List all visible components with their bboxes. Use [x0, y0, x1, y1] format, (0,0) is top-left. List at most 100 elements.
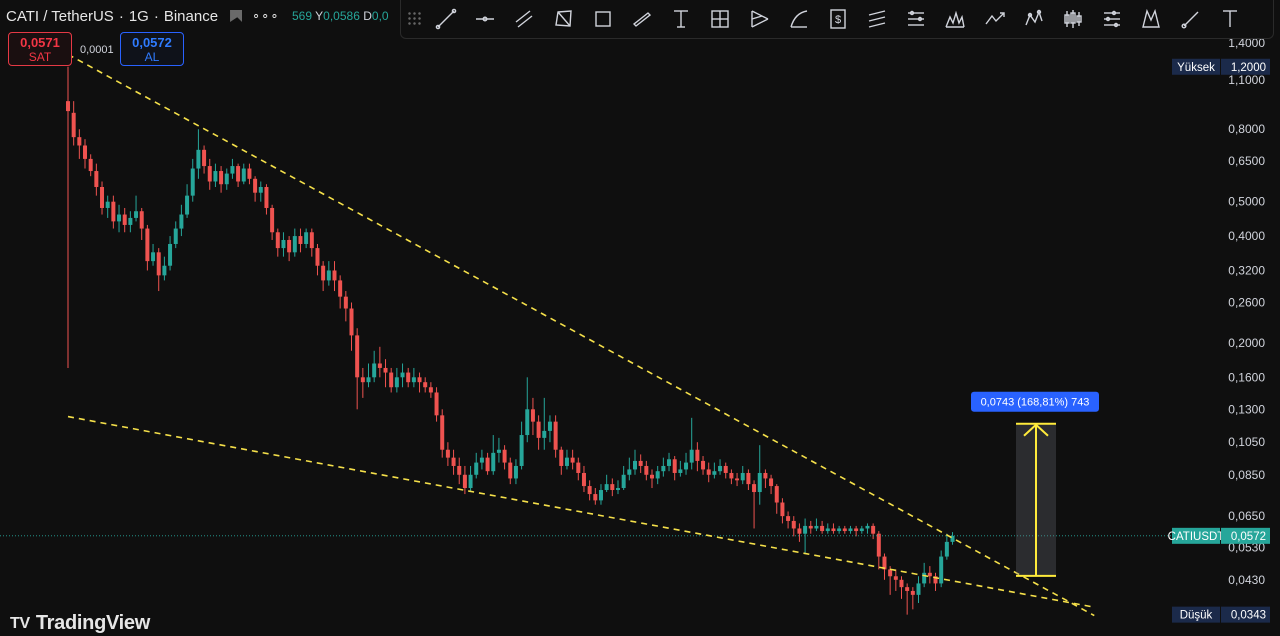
trendline-tool-button[interactable] [431, 4, 461, 34]
candle-body [117, 214, 122, 222]
candle-body [661, 465, 666, 472]
candle-body [122, 214, 127, 225]
candle-body [423, 382, 428, 388]
candle-body [77, 137, 82, 146]
symbol-header[interactable]: CATI / TetherUS · 1G · Binance ∘∘∘ [0, 3, 286, 29]
candle-body [315, 248, 320, 266]
fib-extension-tool-button[interactable] [901, 4, 931, 34]
arc-tool-button[interactable] [784, 4, 814, 34]
tradingview-wordmark: TradingView [35, 612, 151, 634]
xabcd-tool-button[interactable] [1019, 4, 1049, 34]
high-marker: Yüksek 1,2000 [1172, 58, 1270, 75]
ohlc-open: 569 [292, 9, 313, 23]
text-tool-button[interactable] [1215, 4, 1245, 34]
text-icon [1222, 10, 1237, 27]
projection-tool-button[interactable] [1097, 4, 1127, 34]
candle-body [803, 525, 808, 534]
brush-icon [1181, 11, 1199, 29]
brush-tool-button[interactable] [1176, 4, 1206, 34]
more-icon[interactable]: ∘∘∘ [252, 8, 279, 24]
rectangle-tool-button[interactable] [588, 4, 618, 34]
candle-body [672, 459, 677, 473]
candle-body [462, 474, 467, 489]
buy-label: AL [144, 50, 160, 64]
candle-body [179, 214, 184, 229]
flat-channel-tool-button[interactable] [627, 4, 657, 34]
candle-body [496, 449, 501, 453]
ohlc-high: 0,0586 [323, 9, 360, 23]
flag-icon[interactable] [230, 10, 243, 22]
low-marker: Düşük 0,0343 [1172, 606, 1270, 623]
y-tick-label: 0,8000 [1228, 122, 1265, 136]
candle-body [944, 541, 949, 557]
ohlc-high-label: Y [315, 9, 324, 23]
last-price-tag-label: CATIUSDT [1168, 531, 1225, 543]
candle-body [519, 435, 524, 466]
parallel-channel-tool-button[interactable] [509, 4, 539, 34]
candle-body [173, 228, 178, 244]
candle-body [468, 474, 473, 489]
candle-body [615, 488, 620, 491]
rectangle-select-tool-button[interactable] [549, 4, 579, 34]
candle-body [712, 471, 717, 475]
candle-body [434, 392, 439, 416]
candle-body [275, 232, 280, 249]
ohlc-low-label: D [363, 9, 372, 23]
candle-body [746, 472, 751, 485]
candle-body [219, 171, 224, 185]
low-marker-label: Düşük [1180, 610, 1213, 622]
candles-tool-button[interactable] [1058, 4, 1088, 34]
pitchfork-tool-button[interactable] [745, 4, 775, 34]
candle-body [247, 168, 252, 179]
candle-body [185, 195, 190, 215]
path-tool-button[interactable] [980, 4, 1010, 34]
candle-body [355, 335, 360, 378]
abcd-icon [1142, 8, 1161, 28]
candle-body [156, 252, 161, 276]
grip-handle-icon[interactable] [407, 11, 423, 27]
upper-trendline[interactable] [67, 53, 1095, 617]
candle-body [848, 528, 853, 532]
candle-body [309, 232, 314, 249]
candle-body [508, 462, 513, 479]
ohlc-low: 0,0 [371, 9, 389, 23]
candle-body [854, 528, 859, 532]
price-chart[interactable]: 0,0743 (168,81%) 743 1,40001,10000,80000… [0, 0, 1280, 636]
candle-body [678, 469, 683, 473]
candle-body [406, 372, 411, 383]
candle-body [139, 211, 144, 229]
candle-body [876, 533, 881, 557]
rectangle-icon [595, 11, 611, 27]
abcd-tool-button[interactable] [1136, 4, 1166, 34]
text-anchor-tool-button[interactable] [666, 4, 696, 34]
candle-body [598, 490, 603, 501]
y-tick-label: 0,2600 [1228, 295, 1265, 309]
candle-body [440, 415, 445, 450]
sell-button[interactable]: 0,0571 SAT [8, 32, 72, 66]
candle-body [644, 465, 649, 475]
candle-body [230, 166, 235, 174]
candle-body [633, 460, 637, 470]
price-range-icon: $ [830, 9, 846, 29]
candle-body [667, 459, 672, 466]
svg-text:$: $ [835, 14, 841, 26]
candle-body [701, 460, 706, 470]
candle-body [100, 186, 105, 208]
text-anchor-icon [674, 10, 689, 28]
buy-button[interactable]: 0,0572 AL [120, 32, 184, 66]
candle-body [695, 449, 700, 461]
candle-body [264, 186, 269, 208]
price-range-tool-button[interactable]: $ [823, 4, 853, 34]
candle-body [485, 457, 490, 472]
candle-body [837, 528, 842, 532]
candle-body [105, 201, 110, 208]
candle-body [536, 421, 541, 438]
y-tick-label: 0,0650 [1228, 509, 1265, 523]
pattern-tool-button[interactable] [940, 4, 970, 34]
horizontal-ray-tool-button[interactable] [470, 4, 500, 34]
candle-body [162, 265, 167, 276]
candle-body [553, 421, 558, 450]
candle-body [757, 472, 762, 493]
crosshair-box-tool-button[interactable] [705, 4, 735, 34]
fib-tool-button[interactable] [862, 4, 892, 34]
